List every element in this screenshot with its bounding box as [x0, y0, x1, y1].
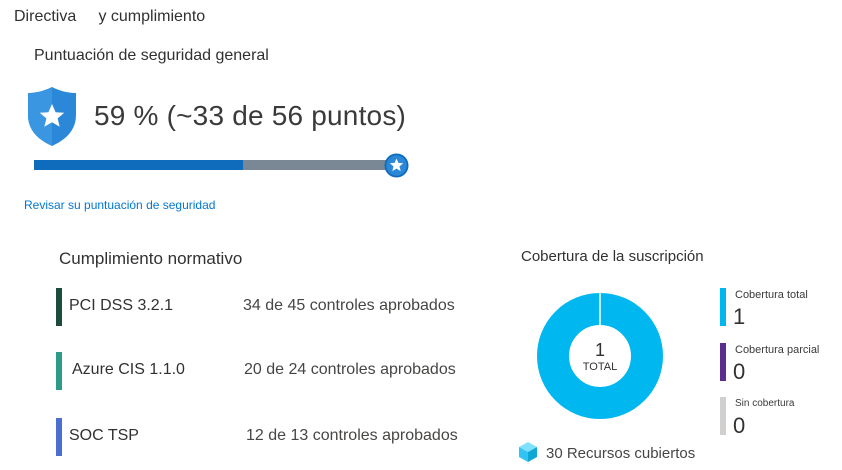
legend-value: 1 — [733, 304, 746, 329]
legend-full-coverage[interactable]: Cobertura total 1 — [720, 288, 840, 329]
legend-label: Cobertura parcial — [735, 344, 820, 356]
secure-score-progress-bar — [34, 160, 388, 170]
standard-controls: 34 de 45 controles aprobados — [243, 297, 455, 314]
standard-name: PCI DSS 3.2.1 — [69, 297, 174, 314]
standard-color-bar — [56, 288, 62, 326]
standard-color-bar — [56, 418, 62, 456]
legend-value: 0 — [733, 359, 746, 384]
review-secure-score-link[interactable]: Revisar su puntuación de seguridad — [24, 198, 215, 212]
compliance-standard-azure-cis[interactable]: Azure CIS 1.1.0 20 de 24 controles aprob… — [56, 352, 476, 390]
donut-total-label: TOTAL — [582, 361, 618, 373]
regulatory-compliance-heading: Cumplimiento normativo — [59, 249, 243, 268]
compliance-standard-pci[interactable]: PCI DSS 3.2.1 34 de 45 controles aprobad… — [56, 288, 476, 326]
compliance-standard-soc-tsp[interactable]: SOC TSP 12 de 13 controles aprobados — [56, 418, 476, 456]
secure-score-heading: Puntuación de seguridad general — [34, 47, 269, 64]
legend-label: Sin cobertura — [735, 398, 795, 409]
legend-value: 0 — [733, 413, 746, 438]
standard-name: Azure CIS 1.1.0 — [72, 361, 185, 378]
legend-color-bar — [720, 288, 726, 326]
donut-total-number: 1 — [594, 340, 605, 360]
standard-name: SOC TSP — [69, 427, 139, 444]
legend-label: Cobertura total — [735, 289, 808, 301]
cube-icon — [519, 442, 537, 462]
legend-color-bar — [720, 343, 726, 381]
legend-color-bar — [720, 397, 726, 435]
shield-icon — [28, 87, 76, 146]
standard-controls: 20 de 24 controles aprobados — [244, 361, 456, 378]
standard-controls: 12 de 13 controles aprobados — [246, 427, 458, 444]
resources-covered-text: 30 Recursos cubiertos — [546, 445, 696, 462]
subscription-coverage-heading: Cobertura de la suscripción — [521, 248, 704, 265]
legend-no-coverage[interactable]: Sin cobertura 0 — [720, 397, 840, 438]
secure-score-value: 59 % (~33 de 56 puntos) — [94, 100, 407, 131]
star-badge-icon — [384, 153, 409, 178]
standard-color-bar — [56, 352, 62, 390]
legend-partial-coverage[interactable]: Cobertura parcial 0 — [720, 343, 840, 384]
page-title: Directiva y cumplimiento — [14, 8, 206, 25]
secure-score-progress-fill — [34, 160, 243, 170]
